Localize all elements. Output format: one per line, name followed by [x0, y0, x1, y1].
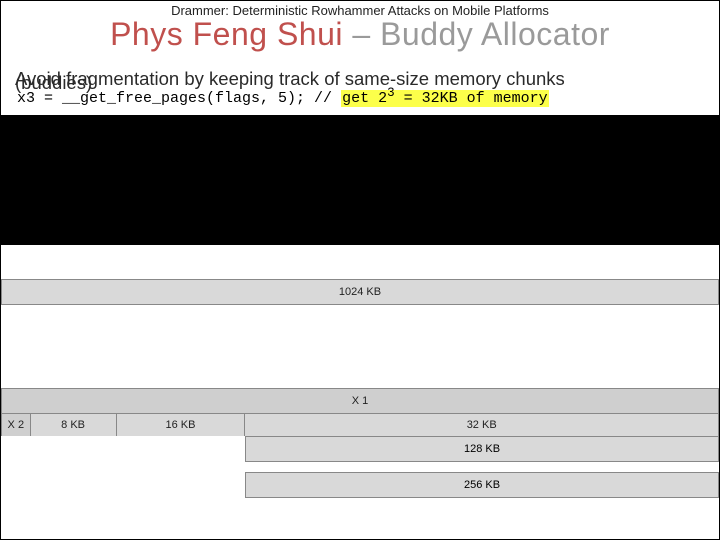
row-256: 256 KB — [1, 472, 719, 498]
slide-title: Phys Feng Shui – Buddy Allocator — [1, 16, 719, 53]
code-line: x3 = __get_free_pages(flags, 5); // get … — [15, 84, 705, 109]
cell-256: 256 KB — [245, 472, 719, 498]
title-part-b: Buddy Allocator — [380, 16, 610, 52]
row-128: 128 KB — [1, 436, 719, 462]
code-block: (buddies) x3 = __get_free_pages(flags, 5… — [15, 84, 705, 109]
code-sup: 3 — [387, 86, 395, 100]
cell-x2: X 2 — [2, 414, 31, 436]
title-part-a: Phys Feng Shui — [110, 16, 343, 52]
slide: Drammer: Deterministic Rowhammer Attacks… — [0, 0, 720, 540]
row-1024: 1024 KB — [1, 279, 719, 305]
buddy-diagram: 1024 KB X 1 X 2 8 KB 16 KB 32 KB 128 KB … — [1, 279, 719, 498]
row-bottom-split: X 2 8 KB 16 KB 32 KB — [1, 413, 719, 437]
cell-x1: X 1 — [2, 389, 718, 413]
blank-left-2 — [1, 472, 245, 498]
body: Avoid fragmentation by keeping track of … — [1, 53, 719, 109]
code-highlight: get 23 = 32KB of memory — [341, 90, 549, 107]
cell-16kb: 16 KB — [117, 414, 246, 436]
blank-left — [1, 436, 245, 462]
title-sep: – — [343, 16, 380, 52]
row-x1: X 1 — [1, 388, 719, 414]
buddies-text: (buddies) — [15, 72, 92, 94]
cell-1024: 1024 KB — [2, 280, 718, 304]
cell-128: 128 KB — [245, 436, 719, 462]
black-band — [1, 115, 719, 245]
cell-8kb: 8 KB — [31, 414, 117, 436]
cell-32kb: 32 KB — [245, 414, 718, 436]
